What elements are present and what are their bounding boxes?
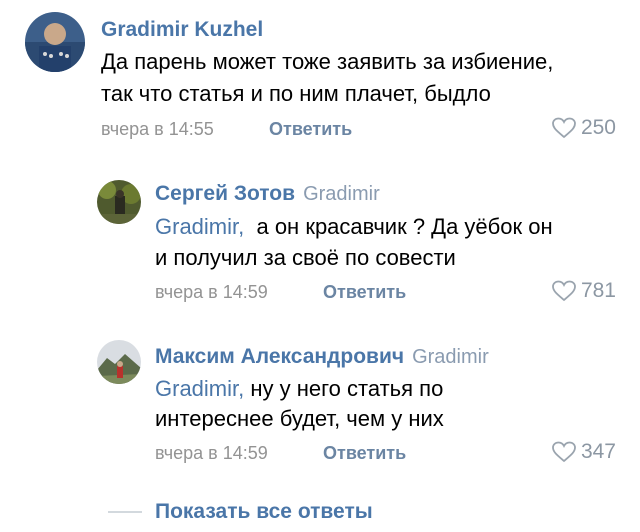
mention-link[interactable]: Gradimir,	[155, 376, 244, 401]
author-name[interactable]: Gradimir Kuzhel	[101, 18, 263, 42]
timestamp: вчера в 14:55	[101, 119, 214, 139]
comment-text-line: Gradimir, а он красавчик ? Да уёбок он	[155, 212, 553, 242]
reply-button[interactable]: Ответить	[269, 119, 352, 140]
reply-to-name[interactable]: Gradimir	[412, 346, 489, 368]
reply-button[interactable]: Ответить	[323, 282, 406, 303]
timestamp: вчера в 14:59	[155, 282, 268, 302]
avatar-image	[97, 180, 141, 224]
comment-text: ну у него статья по	[244, 376, 444, 401]
avatar[interactable]	[97, 340, 141, 384]
like-button[interactable]: 347	[551, 440, 616, 464]
comment-text-line: Да парень может тоже заявить за избиение…	[101, 49, 554, 74]
author-name[interactable]: Сергей Зотов Gradimir	[155, 182, 380, 206]
author-name-text[interactable]: Максим Александрович	[155, 345, 404, 368]
comment-text-line: Gradimir, ну у него статья по	[155, 374, 443, 404]
author-name[interactable]: Максим Александрович Gradimir	[155, 345, 489, 369]
mention-link[interactable]: Gradimir,	[155, 214, 244, 239]
author-name-text[interactable]: Сергей Зотов	[155, 182, 295, 205]
avatar[interactable]	[97, 180, 141, 224]
reply-button[interactable]: Ответить	[323, 443, 406, 464]
comment-text-line: интереснее будет, чем у них	[155, 406, 444, 431]
like-count: 781	[580, 279, 616, 302]
like-count: 250	[580, 116, 616, 139]
timestamp: вчера в 14:59	[155, 443, 268, 463]
heart-outline-icon	[552, 117, 576, 139]
avatar-image	[25, 12, 85, 72]
heart-outline-icon	[552, 280, 576, 302]
avatar[interactable]	[25, 12, 85, 72]
reply-to-name[interactable]: Gradimir	[303, 183, 380, 205]
like-button[interactable]: 781	[551, 279, 616, 303]
comment-text-line: и получил за своё по совести	[155, 245, 456, 270]
heart-outline-icon	[552, 441, 576, 463]
comment-text-line: так что статья и по ним плачет, быдло	[101, 81, 491, 106]
like-button[interactable]: 250	[551, 116, 616, 140]
divider	[108, 511, 142, 513]
comment-text: а он красавчик ? Да уёбок он	[244, 214, 553, 239]
like-count: 347	[580, 440, 616, 463]
show-all-replies-link[interactable]: Показать все ответы	[155, 500, 373, 524]
avatar-image	[97, 340, 141, 384]
